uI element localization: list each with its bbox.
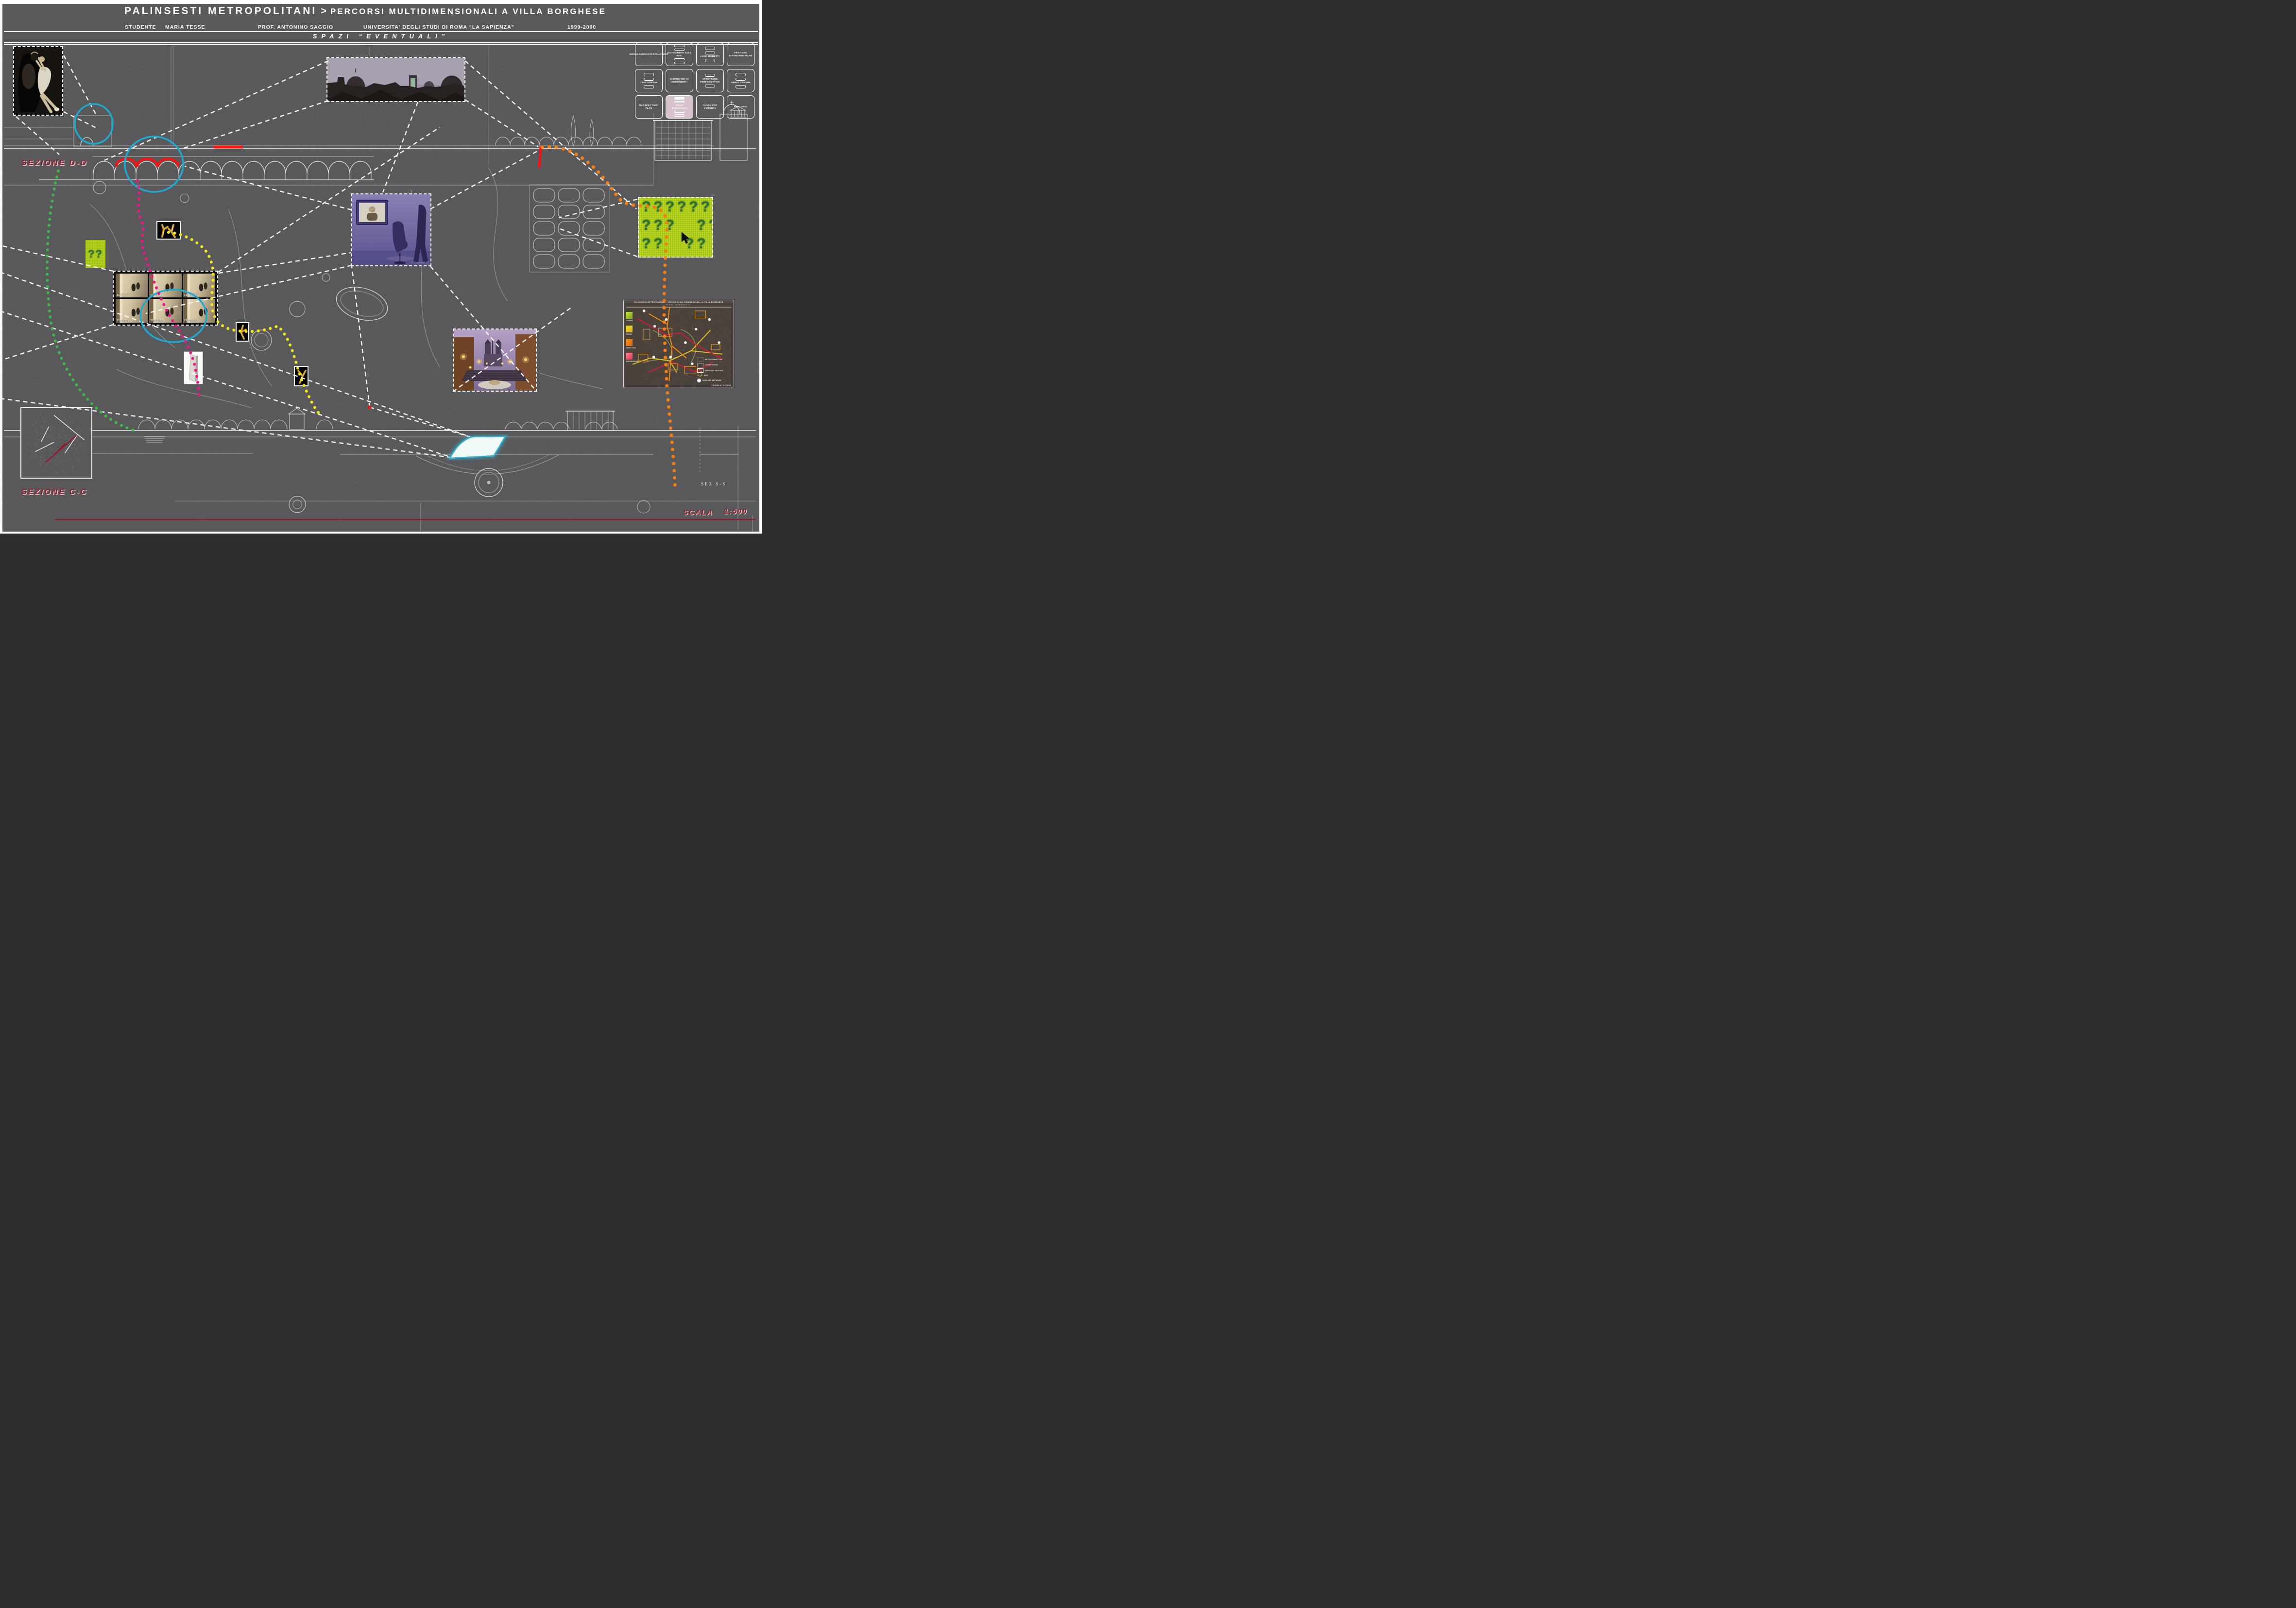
spanish-steps-art (454, 329, 536, 391)
professor-name: PROF. ANTONINO SAGGIO (258, 24, 333, 30)
swatch-esposizione (626, 353, 633, 360)
index-card-infralandscapestructure: INFRALANDSCAPESTRUCTURE (635, 43, 663, 66)
frame-bottom (0, 532, 762, 534)
label-sezione-cc: SEZIONE C-C (21, 488, 87, 497)
question-screen-inset: ??????? ??? ?? ?? ?? (638, 197, 713, 258)
index-card-strutture-performative: STRUTTURE PERFORMATIVE (696, 69, 724, 92)
label-scala-value: 1:500 (724, 507, 747, 516)
index-card-pratiche-diagrammatiche: PRATICHE DIAGRAMMATICHE (727, 43, 754, 66)
frame-top (0, 0, 762, 4)
spanish-steps-inset (453, 329, 537, 392)
monolith-art (184, 352, 203, 384)
cctv-frame: 11:23:31 (116, 299, 148, 323)
cctv-frame: 11:23:32 (149, 299, 181, 323)
cctv-frame: 11:23:20 (116, 274, 148, 297)
legend-festa: FESTA (626, 326, 640, 335)
video-room-art (352, 194, 430, 265)
index-card-dai-giardini: DAI GIARDINI ALLE RETI (666, 43, 693, 66)
dancers-art (14, 47, 62, 115)
index-card-grid: INFRALANDSCAPESTRUCTURE DAI GIARDINI ALL… (635, 43, 756, 119)
question-row: ??????? (642, 198, 712, 216)
title-sub: PERCORSI MULTIDIMENSIONALI A VILLA BORGH… (330, 7, 606, 16)
copyright-note: © Copyright 20 (411, 261, 429, 264)
student-name: MARIA TESSE (165, 24, 205, 30)
band-title: SPAZI “EVENTUALI” (0, 33, 762, 40)
poster-board: PALINSESTI METROPOLITANI > PERCORSI MULTID… (0, 0, 762, 534)
frame-right (759, 0, 762, 534)
rete-icon (697, 357, 703, 362)
header-rule-2 (4, 42, 758, 43)
swatch-corpo (626, 312, 633, 319)
frame-left (0, 0, 2, 534)
skyline-art (327, 58, 464, 101)
label-sez-ss: SEZ S-S (701, 482, 726, 486)
temple-sketch (728, 105, 748, 118)
index-card-guida-utente: GUIDA PER L'UTENTE (696, 95, 724, 119)
question-row: ?? ?? (642, 235, 712, 253)
index-card-dispositivi: DISPOSITIVI DI CONTINUITA' (666, 69, 693, 92)
map-legend-right: RETE CONNETTIVA CONNESSIONI WINDOWS AVAT… (697, 357, 732, 384)
index-card-luigi-moretti: LUIGI MORETTI (696, 43, 724, 66)
dancer-icon-box-2 (236, 322, 249, 342)
masterplan-map-inset: PALINSESTI METROPOLITANI > PERCORSI MULT… (623, 300, 734, 387)
legend-corpo: CORPO (626, 312, 640, 322)
page-title: PALINSESTI METROPOLITANI > PERCORSI MULTID… (124, 5, 606, 17)
swatch-festa (626, 326, 633, 332)
avatars-icon (697, 368, 703, 373)
university-name: UNIVERSITA' DEGLI STUDI DI ROMA “LA SAPI… (363, 24, 514, 30)
gold-figure-icons (157, 222, 180, 239)
legend-esposizione: ESPOSIZIONE (626, 353, 640, 363)
rome-skyline-inset (326, 57, 465, 102)
cctv-frame: 11:23:33 (183, 299, 215, 323)
cursor-arrow-icon (681, 232, 691, 244)
index-card-master-time-plan: MASTER [TIME] PLAN (635, 95, 663, 119)
index-card-percorsi: PERCORSI (727, 95, 754, 119)
cctv-frame: 11:23:30 (183, 274, 215, 297)
index-card-spazi-eventuali-active: SPAZI “EVENTUALI” (666, 95, 693, 119)
nodi-icon (697, 379, 701, 382)
box-icon (697, 374, 703, 378)
connessioni-icon (697, 363, 703, 367)
index-card-fibbia-urbana: FIBBIA URBANA (727, 69, 754, 92)
dancer-icon-box-1 (156, 221, 181, 240)
monolith-inset (184, 351, 203, 384)
dancer-icon-box-3 (294, 366, 308, 386)
header-rule-1 (4, 31, 758, 32)
map-scale: SCALA 1:2000 (713, 384, 732, 386)
cctv-frame: 11:23:25 (149, 274, 181, 297)
cctv-grid-inset: 11:23:20 11:23:25 11:23:30 11:23:31 11:2… (113, 271, 218, 326)
question-row: ??? ?? (642, 216, 712, 235)
key-plan-inset (20, 407, 92, 479)
years: 1999-2000 (567, 24, 596, 30)
key-plan-art (21, 408, 91, 478)
video-room-inset: © Copyright 20 (351, 193, 431, 266)
index-card-temi-urbani: TEMI URBANI (635, 69, 663, 92)
question-small-inset: ?? (86, 240, 105, 268)
title-arrow: > (321, 6, 326, 17)
dancers-photo-inset (13, 46, 63, 116)
title-main: PALINSESTI METROPOLITANI (124, 5, 317, 17)
label-scala: SCALA (683, 508, 713, 517)
student-label: STUDENTE (125, 24, 156, 30)
legend-didattica: DIDATTICA (626, 339, 640, 349)
label-sezione-dd: SEZIONE D-D (21, 159, 87, 168)
swatch-didattica (626, 339, 633, 346)
header-rule-3 (4, 44, 758, 45)
